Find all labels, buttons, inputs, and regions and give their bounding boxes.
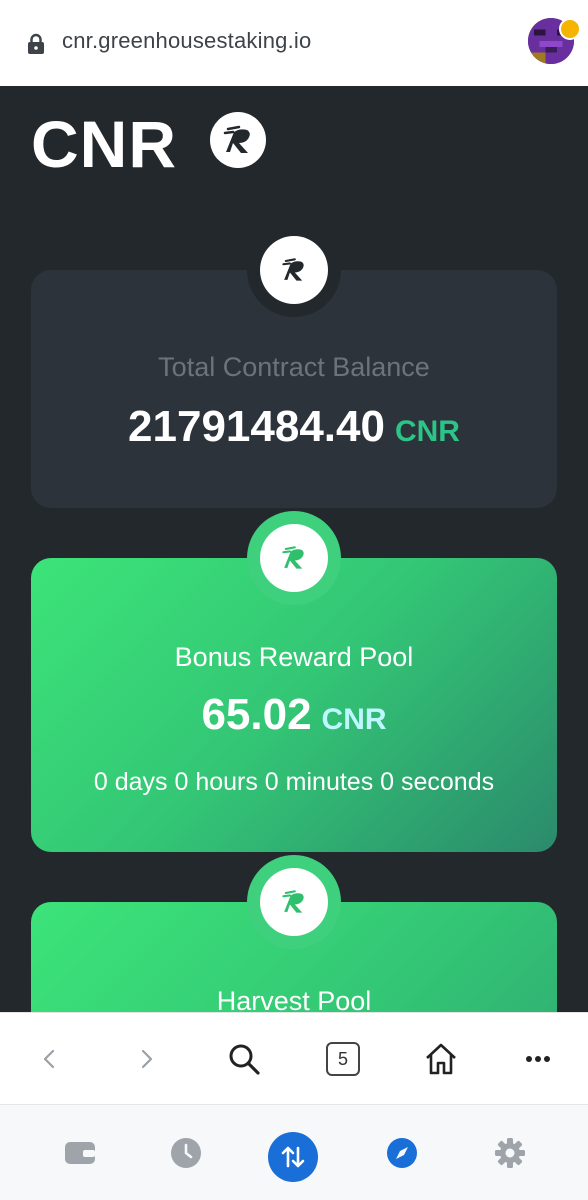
tab-wallet[interactable] bbox=[60, 1133, 100, 1173]
back-button[interactable] bbox=[30, 1039, 70, 1079]
bonus-pool-card: Bonus Reward Pool 65.02 CNR 0 days 0 hour… bbox=[31, 511, 557, 852]
coin-badge bbox=[247, 511, 341, 605]
address-bar[interactable]: cnr.greenhousestaking.io bbox=[0, 0, 588, 86]
home-button[interactable] bbox=[421, 1039, 461, 1079]
swap-arrows-icon bbox=[281, 1146, 305, 1168]
bonus-pool-value: 65.02 bbox=[201, 690, 312, 739]
lock-icon bbox=[28, 33, 44, 54]
avatar-badge-icon bbox=[559, 18, 581, 40]
bonus-pool-timer: 0 days 0 hours 0 minutes 0 seconds bbox=[93, 768, 495, 796]
harvest-pool-card: Harvest Pool bbox=[31, 855, 557, 1012]
more-icon bbox=[526, 1056, 550, 1062]
tab-history[interactable] bbox=[166, 1133, 206, 1173]
compass-icon bbox=[387, 1138, 417, 1168]
search-icon bbox=[229, 1044, 260, 1075]
total-balance-card: Total Contract Balance 21791484.40 CNR bbox=[31, 223, 557, 508]
home-icon bbox=[426, 1043, 456, 1075]
chevron-right-icon bbox=[141, 1049, 153, 1069]
chevron-left-icon bbox=[43, 1049, 55, 1069]
tab-swap[interactable] bbox=[268, 1132, 318, 1182]
clock-icon bbox=[171, 1138, 201, 1168]
tab-browser[interactable] bbox=[382, 1133, 422, 1173]
cnr-coin-icon bbox=[282, 890, 304, 913]
cnr-logo-icon bbox=[210, 112, 266, 168]
bonus-pool-title: Bonus Reward Pool bbox=[174, 642, 414, 672]
balance-value-row: 21791484.40 CNR bbox=[31, 402, 557, 452]
coin-badge bbox=[247, 223, 341, 317]
browser-nav-bar: 5 bbox=[0, 1012, 588, 1104]
cnr-coin-icon bbox=[282, 258, 304, 281]
page-title: CNR bbox=[31, 107, 177, 181]
tabs-button[interactable]: 5 bbox=[323, 1039, 363, 1079]
gear-icon bbox=[495, 1138, 525, 1168]
coin-badge bbox=[247, 855, 341, 949]
app-tab-bar bbox=[0, 1104, 588, 1200]
page-content: CNR Total Contract Balance 21791484.40 CN… bbox=[0, 86, 588, 1012]
wallet-icon bbox=[65, 1142, 95, 1164]
more-button[interactable] bbox=[518, 1039, 558, 1079]
url-text[interactable]: cnr.greenhousestaking.io bbox=[62, 28, 311, 54]
balance-unit: CNR bbox=[394, 415, 460, 448]
balance-label: Total Contract Balance bbox=[158, 352, 430, 382]
bonus-pool-unit: CNR bbox=[321, 703, 387, 736]
search-button[interactable] bbox=[224, 1039, 264, 1079]
balance-value: 21791484.40 bbox=[128, 402, 385, 451]
tab-settings[interactable] bbox=[490, 1133, 530, 1173]
forward-button[interactable] bbox=[126, 1039, 166, 1079]
harvest-pool-title: Harvest Pool bbox=[216, 986, 372, 1012]
bonus-pool-value-row: 65.02 CNR bbox=[31, 690, 557, 740]
tab-count: 5 bbox=[326, 1042, 360, 1076]
cnr-coin-icon bbox=[282, 546, 304, 569]
